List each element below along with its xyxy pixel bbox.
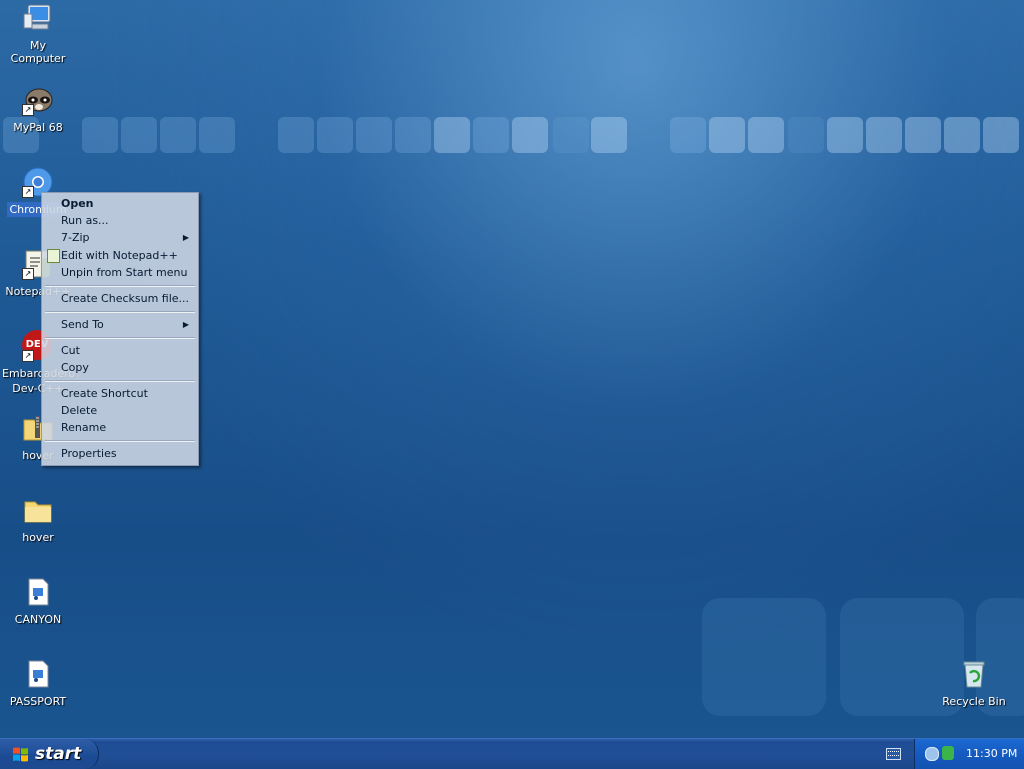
- desktop-icon-recycle-bin[interactable]: Recycle Bin: [936, 658, 1012, 709]
- desktop-icon-label: Recycle Bin: [942, 695, 1006, 708]
- menu-item-7zip[interactable]: 7-Zip ▶: [61, 229, 195, 246]
- menu-item-rename[interactable]: Rename: [61, 419, 195, 436]
- submenu-arrow-icon: ▶: [182, 320, 189, 329]
- taskbar: start 11:30 PM: [0, 738, 1024, 769]
- shortcut-arrow-icon: ↗: [22, 186, 34, 198]
- desktop-icon-passport[interactable]: PASSPORT: [0, 658, 76, 709]
- menu-separator: [45, 337, 195, 339]
- shortcut-arrow-icon: ↗: [22, 104, 34, 116]
- midi-file-icon: [22, 576, 54, 608]
- clock[interactable]: 11:30 PM: [966, 739, 1017, 769]
- computer-icon: [22, 2, 54, 34]
- wallpaper-large-tile: [702, 598, 826, 716]
- desktop-icon-label: My Computer: [10, 39, 66, 65]
- midi-file-icon: [22, 658, 54, 690]
- menu-item-create-shortcut[interactable]: Create Shortcut: [61, 385, 195, 402]
- menu-separator: [45, 285, 195, 287]
- desktop-icon-label: PASSPORT: [9, 695, 67, 708]
- menu-item-unpin-start[interactable]: Unpin from Start menu: [61, 264, 195, 281]
- menu-item-edit-notepadpp[interactable]: Edit with Notepad++: [47, 247, 195, 264]
- desktop-icon-canyon[interactable]: CANYON: [0, 576, 76, 627]
- notepadpp-small-icon: [47, 249, 60, 263]
- tray-update-icon[interactable]: [942, 746, 954, 760]
- folder-icon: [22, 494, 54, 526]
- desktop-icon-my-computer[interactable]: My Computer: [0, 2, 76, 66]
- menu-item-open[interactable]: Open: [61, 195, 195, 212]
- recycle-bin-icon: [958, 658, 990, 690]
- start-label: start: [35, 744, 82, 764]
- desktop-icon-label: MyPal 68: [13, 121, 63, 134]
- desktop-icon-mypal[interactable]: ↗ MyPal 68: [0, 84, 76, 135]
- desktop-icon-hover-folder[interactable]: hover: [0, 494, 76, 545]
- menu-item-create-checksum[interactable]: Create Checksum file...: [61, 290, 195, 307]
- start-button[interactable]: start: [0, 739, 99, 769]
- menu-item-run-as[interactable]: Run as...: [61, 212, 195, 229]
- desktop-icon-label: hover: [22, 531, 54, 544]
- desktop-icon-label: CANYON: [14, 613, 62, 626]
- menu-item-cut[interactable]: Cut: [61, 342, 195, 359]
- submenu-arrow-icon: ▶: [182, 233, 189, 242]
- system-tray: 11:30 PM: [914, 739, 1024, 769]
- context-menu: Open Run as... 7-Zip ▶ Edit with Notepad+…: [41, 192, 199, 466]
- wallpaper-tile-row: [0, 117, 1024, 155]
- raccoon-icon: ↗: [22, 84, 54, 116]
- menu-item-delete[interactable]: Delete: [61, 402, 195, 419]
- menu-separator: [45, 380, 195, 382]
- menu-item-properties[interactable]: Properties: [61, 445, 195, 462]
- windows-flag-icon: [13, 747, 28, 762]
- menu-separator: [45, 311, 195, 313]
- menu-item-copy[interactable]: Copy: [61, 359, 195, 376]
- tray-network-icon[interactable]: [925, 747, 939, 761]
- menu-item-send-to[interactable]: Send To ▶: [61, 316, 195, 333]
- shortcut-arrow-icon: ↗: [22, 268, 34, 280]
- menu-separator: [45, 440, 195, 442]
- shortcut-arrow-icon: ↗: [22, 350, 34, 362]
- keyboard-language-icon[interactable]: [886, 748, 901, 760]
